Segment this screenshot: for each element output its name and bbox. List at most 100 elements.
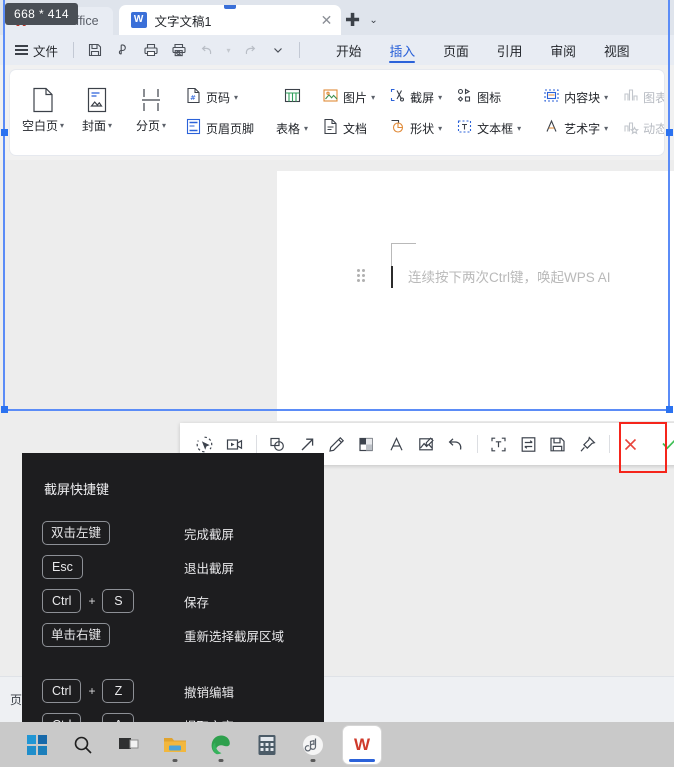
cover-page-button[interactable]: 封面 ▾ bbox=[70, 77, 124, 134]
shortcut-panel-title: 截屏快捷键 bbox=[44, 482, 110, 497]
document-tab[interactable]: W 文字文稿1 ✕ bbox=[118, 5, 341, 35]
running-indicator bbox=[310, 759, 316, 762]
shortcut-keys: Ctrl + S bbox=[42, 589, 164, 613]
redo-icon[interactable] bbox=[237, 39, 263, 61]
dynamic-chart-button[interactable]: 动态 bbox=[617, 115, 664, 141]
resize-handle-left[interactable] bbox=[1, 129, 8, 136]
music-player-icon[interactable] bbox=[290, 722, 336, 767]
page-break-button[interactable]: 分页 ▾ bbox=[124, 77, 178, 134]
tab-review[interactable]: 审阅 bbox=[536, 35, 590, 65]
ribbon-tab-strip: 开始 插入 页面 引用 审阅 视图 bbox=[322, 35, 644, 65]
pin-icon[interactable] bbox=[576, 429, 600, 459]
chart-button[interactable]: 图表 bbox=[617, 84, 664, 110]
file-explorer-icon[interactable] bbox=[152, 722, 198, 767]
content-block-button[interactable]: 内容块 ▾ bbox=[538, 84, 613, 110]
page-number-button[interactable]: # 页码 ▾ bbox=[180, 84, 259, 110]
translate-icon[interactable] bbox=[516, 429, 540, 459]
table-grid-icon bbox=[283, 87, 302, 107]
title-bar: W WPS Office W 文字文稿1 ✕ ✚ ⌄ bbox=[0, 0, 674, 35]
print-icon[interactable] bbox=[138, 39, 164, 61]
shortcut-description: 重新选择截屏区域 bbox=[184, 629, 285, 644]
dynamic-chart-icon bbox=[622, 118, 640, 138]
wordart-icon bbox=[543, 118, 560, 138]
undo-icon[interactable] bbox=[444, 429, 468, 459]
task-view-icon[interactable] bbox=[106, 722, 152, 767]
icons-button[interactable]: 图标 bbox=[451, 84, 526, 110]
close-icon[interactable]: ✕ bbox=[317, 10, 337, 30]
table-button[interactable]: 表格 ▾ bbox=[271, 115, 313, 141]
divider bbox=[608, 435, 610, 453]
screenshot-button[interactable]: 截屏 ▾ bbox=[384, 84, 447, 110]
page-number-label: 页码 bbox=[206, 90, 231, 105]
pen-icon[interactable] bbox=[325, 429, 349, 459]
dynamic-chart-label: 动态 bbox=[643, 121, 664, 136]
print-preview-icon[interactable] bbox=[166, 39, 192, 61]
plus-icon[interactable]: ✚ bbox=[341, 5, 365, 35]
blank-page-label: 空白页 ▾ bbox=[21, 118, 65, 133]
selection-border-right[interactable] bbox=[668, 0, 670, 411]
document-button[interactable]: 文档 bbox=[317, 115, 380, 141]
tab-accent-marker bbox=[223, 5, 236, 9]
shortcut-row: 单击右键 重新选择截屏区域 bbox=[42, 618, 304, 652]
textbox-label: 文本框 bbox=[477, 121, 514, 136]
key-cap: 双击左键 bbox=[42, 521, 111, 545]
ocr-text-icon[interactable] bbox=[487, 429, 511, 459]
ribbon-col-screenshot: 截屏 ▾ 形状 ▾ bbox=[382, 77, 449, 149]
textbox-icon bbox=[456, 118, 473, 138]
save-icon[interactable] bbox=[82, 39, 108, 61]
chart-icon bbox=[622, 87, 639, 107]
calculator-icon[interactable] bbox=[244, 722, 290, 767]
cloud-sync-icon[interactable] bbox=[110, 39, 136, 61]
resize-handle-bottom-right[interactable] bbox=[666, 406, 673, 413]
screenshot-icon bbox=[389, 87, 406, 107]
running-indicator bbox=[172, 759, 178, 762]
undo-dropdown-icon[interactable]: ▾ bbox=[222, 39, 235, 61]
chevron-down-icon[interactable]: ⌄ bbox=[365, 5, 383, 35]
text-icon[interactable] bbox=[384, 429, 408, 459]
textbox-button[interactable]: 文本框 ▾ bbox=[451, 115, 526, 141]
selection-border-left[interactable] bbox=[3, 0, 5, 411]
picture-label: 图片 bbox=[343, 90, 368, 105]
quick-access-more-icon[interactable] bbox=[265, 39, 291, 61]
ribbon-col-charts: 图表 动态 bbox=[615, 77, 664, 149]
cover-page-icon bbox=[84, 83, 110, 117]
tab-page[interactable]: 页面 bbox=[429, 35, 483, 65]
shortcut-description: 撤销编辑 bbox=[184, 685, 235, 700]
search-icon[interactable] bbox=[60, 722, 106, 767]
mosaic-icon[interactable] bbox=[355, 429, 379, 459]
shortcut-description: 保存 bbox=[184, 595, 210, 610]
blank-page-icon bbox=[30, 83, 56, 117]
document-page[interactable]: 连续按下两次Ctrl键，唤起WPS AI bbox=[277, 171, 674, 421]
tab-start[interactable]: 开始 bbox=[322, 35, 376, 65]
drag-handle-icon[interactable] bbox=[357, 269, 367, 283]
file-menu-label: 文件 bbox=[33, 44, 59, 59]
tab-label: 引用 bbox=[496, 43, 523, 59]
selection-border-bottom[interactable] bbox=[3, 409, 670, 411]
table-grid-button[interactable] bbox=[271, 84, 313, 110]
resize-handle-bottom-left[interactable] bbox=[1, 406, 8, 413]
header-footer-button[interactable]: 页眉页脚 bbox=[180, 115, 259, 141]
ribbon-insert-panel: 空白页 ▾ 封面 ▾ 分页 ▾ # 页码 ▾ 页眉页脚 表格 ▾ 图片 ▾ 文档… bbox=[10, 70, 664, 155]
wps-office-icon[interactable]: W bbox=[336, 722, 388, 767]
ribbon-col-picture: 图片 ▾ 文档 bbox=[315, 77, 382, 149]
wordart-button[interactable]: 艺术字 ▾ bbox=[538, 115, 613, 141]
shapes-button[interactable]: 形状 ▾ bbox=[384, 115, 447, 141]
tab-references[interactable]: 引用 bbox=[483, 35, 537, 65]
tab-label: 审阅 bbox=[550, 43, 576, 59]
tab-insert[interactable]: 插入 bbox=[376, 35, 430, 65]
tab-view[interactable]: 视图 bbox=[590, 35, 644, 65]
shapes-label: 形状 bbox=[410, 121, 435, 136]
menu-bar: 文件 ▾ 开始 插入 页面 引用 审阅 视图 bbox=[0, 35, 674, 65]
undo-icon[interactable] bbox=[194, 39, 220, 61]
selection-size-badge: 668 * 414 bbox=[5, 3, 78, 25]
image-edit-icon[interactable] bbox=[414, 429, 438, 459]
blank-page-button[interactable]: 空白页 ▾ bbox=[16, 77, 70, 134]
edge-browser-icon[interactable] bbox=[198, 722, 244, 767]
header-footer-label: 页眉页脚 bbox=[206, 121, 255, 136]
picture-button[interactable]: 图片 ▾ bbox=[317, 84, 380, 110]
save-icon[interactable] bbox=[546, 429, 570, 459]
file-menu-button[interactable]: 文件 bbox=[8, 38, 65, 63]
resize-handle-right[interactable] bbox=[666, 129, 673, 136]
chart-label: 图表 bbox=[643, 90, 664, 105]
windows-start-icon[interactable] bbox=[14, 722, 60, 767]
